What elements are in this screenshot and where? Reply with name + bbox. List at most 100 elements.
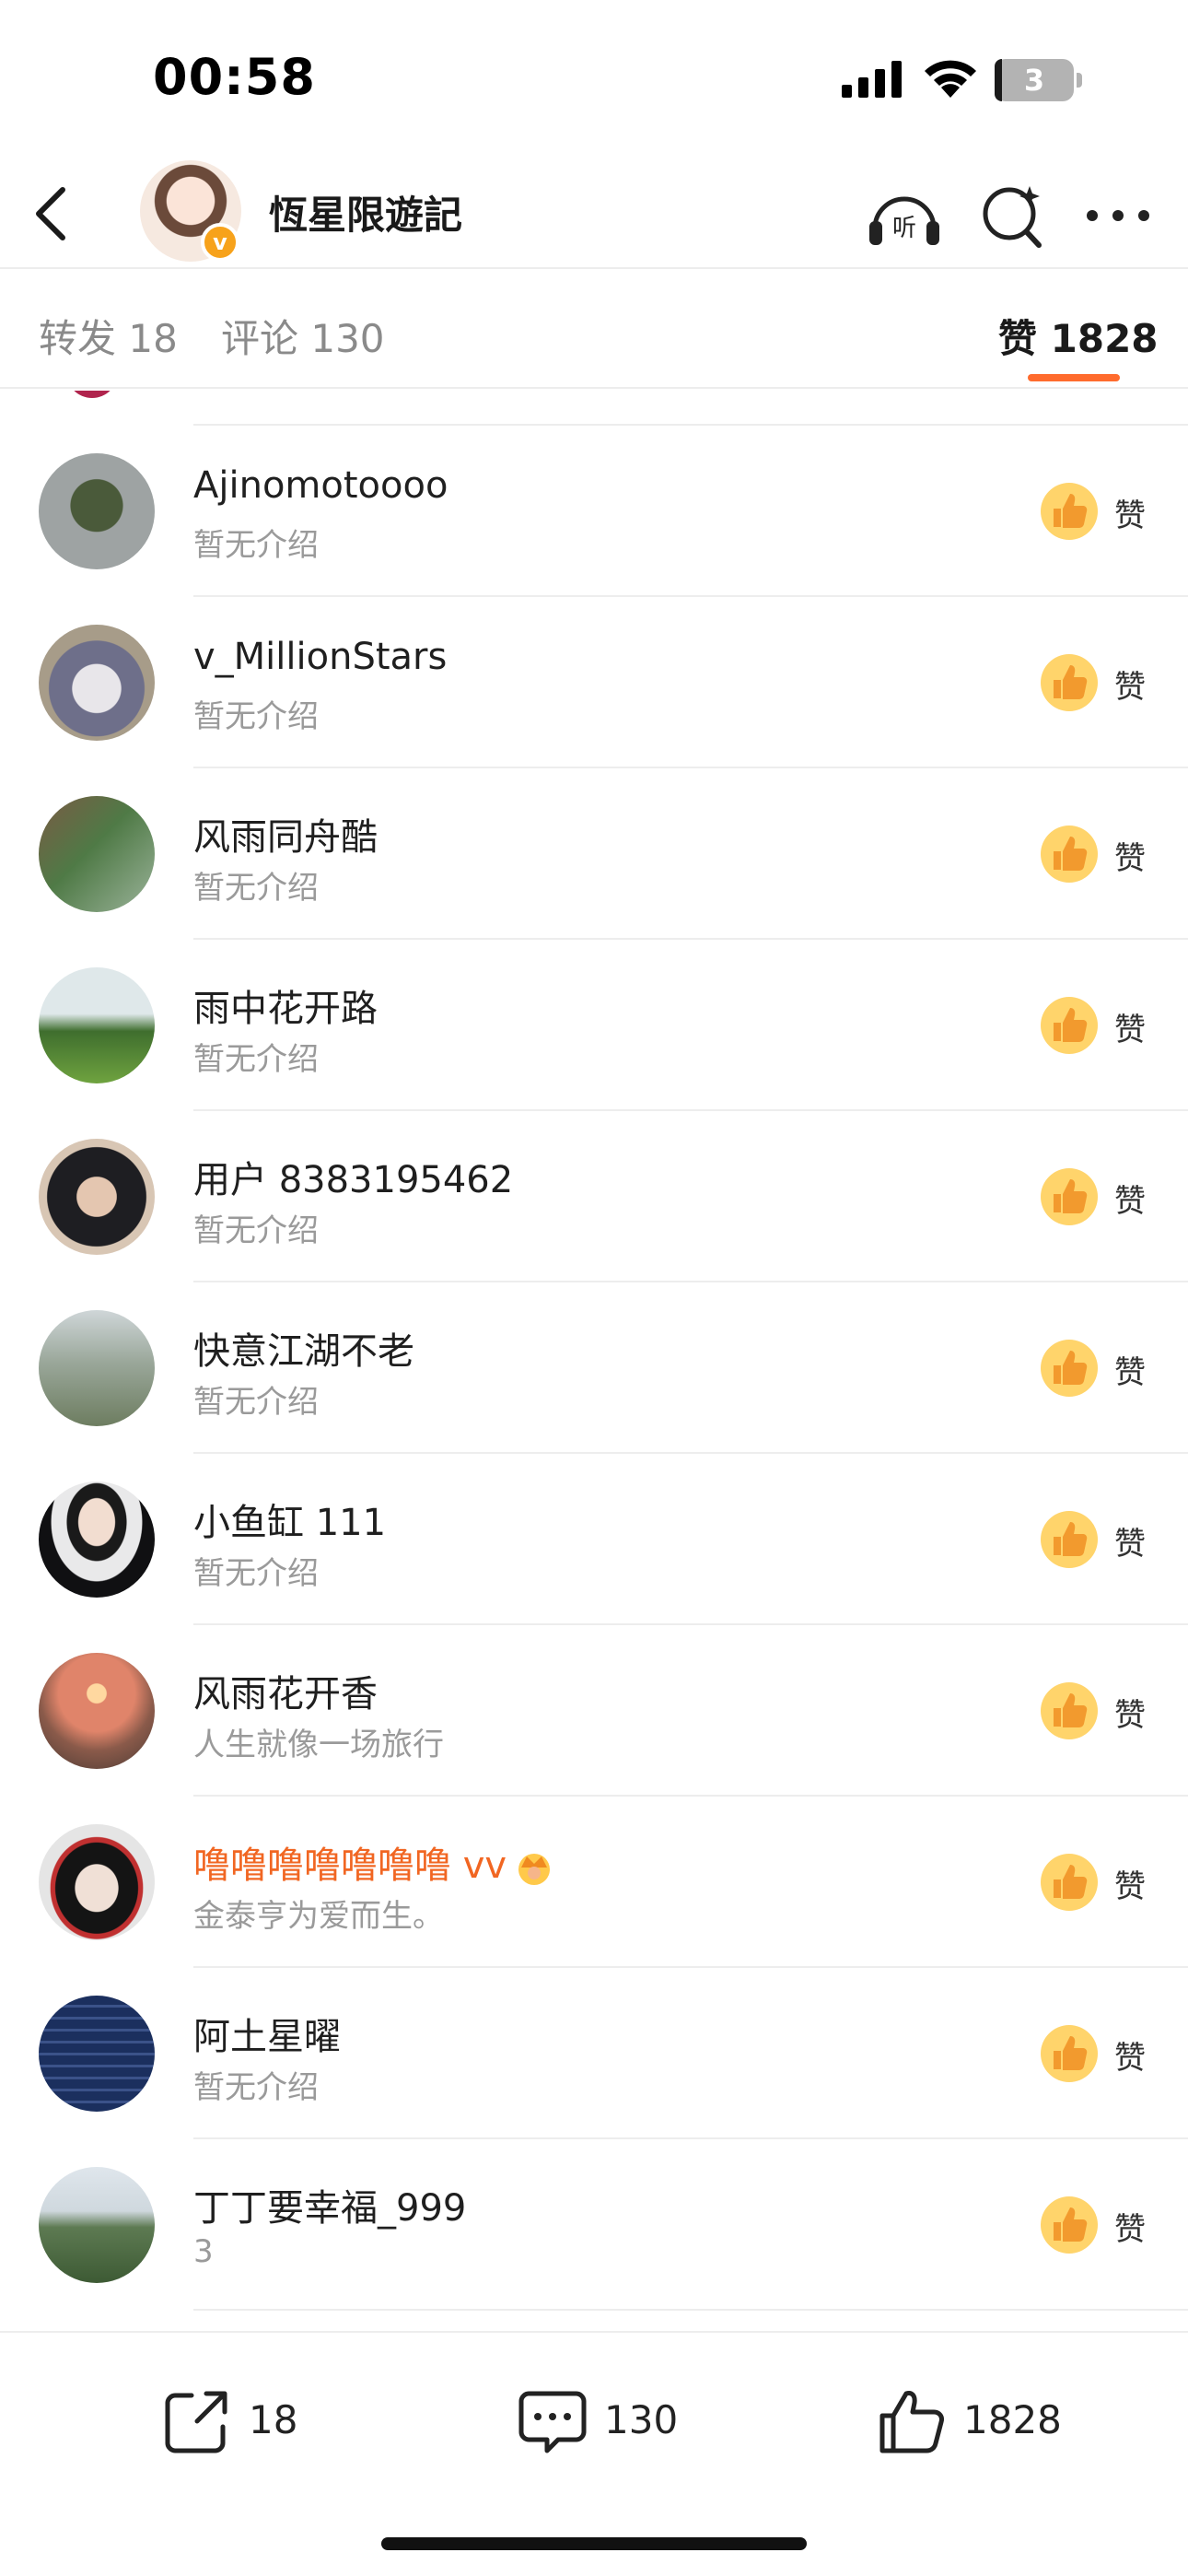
user-name[interactable]: 丁丁要幸福_999	[193, 2178, 466, 2231]
like-badge-icon	[1041, 825, 1098, 883]
back-arrow-icon[interactable]	[26, 181, 77, 247]
user-bio: 3	[193, 2233, 214, 2270]
battery-icon: 3	[995, 59, 1083, 101]
like-badge-icon	[1041, 1854, 1098, 1911]
listen-label: 听	[892, 215, 916, 242]
user-avatar[interactable]	[39, 625, 155, 741]
like-label: 赞	[1114, 498, 1146, 534]
user-avatar[interactable]	[39, 1139, 155, 1255]
like-badge-icon	[1041, 2196, 1098, 2254]
user-avatar[interactable]	[39, 1996, 155, 2112]
active-tab-indicator	[1028, 374, 1120, 381]
more-options-icon[interactable]	[1079, 181, 1157, 251]
battery-level: 3	[1023, 63, 1045, 98]
user-avatar[interactable]	[39, 796, 155, 912]
user-avatar[interactable]	[39, 453, 155, 569]
user-avatar[interactable]	[39, 967, 155, 1083]
comment-count: 130	[604, 2397, 679, 2442]
user-avatar[interactable]	[39, 1824, 155, 1940]
repost-count: 18	[249, 2397, 298, 2442]
list-item[interactable]: 风雨同舟酷 暂无介绍 赞	[0, 768, 1188, 940]
user-bio: 暂无介绍	[193, 2069, 319, 2106]
like-badge-icon	[1041, 483, 1098, 540]
list-item[interactable]: 丁丁要幸福_999 3 赞	[0, 2139, 1188, 2311]
status-time: 00:58	[153, 48, 316, 106]
user-bio: 暂无介绍	[193, 1041, 319, 1078]
crown-badge-icon	[518, 1854, 551, 1885]
list-item[interactable]: v_MillionStars 暂无介绍 赞	[0, 597, 1188, 768]
like-count: 1828	[963, 2397, 1062, 2442]
wifi-icon	[925, 60, 976, 98]
like-label: 赞	[1114, 1183, 1146, 1220]
nav-bar: v 恆星限遊記 听	[0, 157, 1188, 269]
user-name[interactable]: v_MillionStars	[193, 636, 447, 678]
user-avatar[interactable]	[39, 1310, 155, 1426]
user-name-text: 噜噜噜噜噜噜噜 vv	[193, 1844, 507, 1887]
user-bio: 暂无介绍	[193, 1384, 319, 1421]
list-item[interactable]: 快意江湖不老 暂无介绍 赞	[0, 1282, 1188, 1454]
user-name[interactable]: 阿土星曜	[193, 2007, 341, 2060]
list-item[interactable]: Ajinomotoooo 暂无介绍 赞	[0, 426, 1188, 597]
like-label: 赞	[1114, 1697, 1146, 1734]
likers-list[interactable]: Ajinomotoooo 暂无介绍 赞 v_MillionStars 暂无介绍 …	[0, 391, 1188, 2331]
like-label: 赞	[1114, 1354, 1146, 1391]
user-name[interactable]: Ajinomotoooo	[193, 464, 448, 507]
list-item[interactable]: 雨中花开路 暂无介绍 赞	[0, 940, 1188, 1111]
user-bio: 暂无介绍	[193, 698, 319, 735]
user-name[interactable]: 快意江湖不老	[193, 1321, 414, 1375]
tab-comments[interactable]: 评论 130	[221, 308, 385, 364]
user-avatar[interactable]	[39, 1481, 155, 1598]
list-item[interactable]: 用户 8383195462 暂无介绍 赞	[0, 1111, 1188, 1282]
home-indicator[interactable]	[381, 2537, 807, 2550]
partial-avatar	[66, 391, 118, 398]
user-bio: 人生就像一场旅行	[193, 1727, 444, 1763]
like-button[interactable]: 1828	[875, 2384, 1087, 2458]
like-label: 赞	[1114, 840, 1146, 877]
tab-reposts[interactable]: 转发 18	[39, 308, 178, 364]
like-label: 赞	[1114, 2211, 1146, 2248]
user-name[interactable]: 噜噜噜噜噜噜噜 vv	[193, 1835, 554, 1889]
list-item[interactable]: 小鱼缸 111 暂无介绍 赞	[0, 1454, 1188, 1625]
like-badge-icon	[1041, 1682, 1098, 1739]
like-badge-icon	[1041, 2025, 1098, 2082]
headphones-listen-icon[interactable]: 听	[866, 181, 943, 251]
user-bio: 暂无介绍	[193, 870, 319, 907]
comment-icon	[518, 2391, 587, 2453]
verified-badge-icon: v	[201, 223, 239, 262]
divider	[193, 2309, 1188, 2311]
like-label: 赞	[1114, 2040, 1146, 2077]
like-label: 赞	[1114, 1526, 1146, 1563]
like-badge-icon	[1041, 997, 1098, 1054]
author-name[interactable]: 恆星限遊記	[269, 184, 462, 240]
user-bio: 暂无介绍	[193, 1555, 319, 1592]
like-badge-icon	[1041, 1511, 1098, 1568]
tab-likes[interactable]: 赞 1828	[998, 308, 1159, 364]
user-name[interactable]: 风雨花开香	[193, 1664, 378, 1717]
list-item[interactable]: 阿土星曜 暂无介绍 赞	[0, 1968, 1188, 2139]
screen: 00:58 3 v 恆星限遊記 听 转发 18 评论 130 赞 1828 Aj…	[0, 0, 1188, 2576]
list-item[interactable]: 噜噜噜噜噜噜噜 vv 金泰亨为爱而生。 赞	[0, 1797, 1188, 1968]
list-item[interactable]: 风雨花开香 人生就像一场旅行 赞	[0, 1625, 1188, 1797]
search-icon[interactable]	[976, 181, 1054, 251]
user-bio: 暂无介绍	[193, 1212, 319, 1249]
interaction-tabs: 转发 18 评论 130 赞 1828	[0, 269, 1188, 389]
like-badge-icon	[1041, 1168, 1098, 1225]
thumbs-up-icon	[879, 2391, 944, 2453]
like-badge-icon	[1041, 654, 1098, 711]
like-badge-icon	[1041, 1340, 1098, 1397]
status-bar: 00:58 3	[0, 0, 1188, 157]
user-avatar[interactable]	[39, 1653, 155, 1769]
user-name[interactable]: 用户 8383195462	[193, 1150, 513, 1203]
like-label: 赞	[1114, 1868, 1146, 1905]
user-name[interactable]: 风雨同舟酷	[193, 807, 378, 861]
like-label: 赞	[1114, 1012, 1146, 1048]
user-avatar[interactable]	[39, 2167, 155, 2283]
user-name[interactable]: 雨中花开路	[193, 978, 378, 1032]
comment-button[interactable]: 130	[516, 2384, 700, 2458]
user-name[interactable]: 小鱼缸 111	[193, 1493, 386, 1546]
repost-button[interactable]: 18	[160, 2384, 326, 2458]
like-label: 赞	[1114, 669, 1146, 706]
user-bio: 暂无介绍	[193, 527, 319, 564]
repost-icon	[165, 2391, 227, 2453]
cellular-signal-icon	[842, 61, 902, 98]
